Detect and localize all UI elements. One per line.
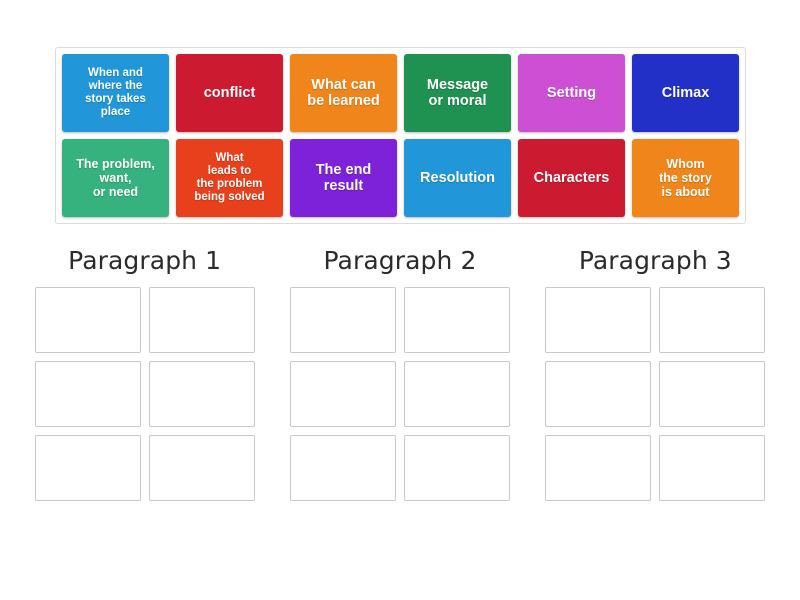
drop-slot[interactable]	[289, 361, 396, 427]
column-paragraph-2: Paragraph 2	[283, 246, 516, 501]
drop-slot[interactable]	[659, 361, 766, 427]
tile-row-1: When and where the story takes place con…	[62, 54, 739, 132]
tile-the-end-result[interactable]: The end result	[290, 139, 397, 217]
drop-slot[interactable]	[148, 435, 255, 501]
drop-slot[interactable]	[34, 361, 141, 427]
tile-whom-the-story-is-about[interactable]: Whom the story is about	[632, 139, 739, 217]
slot-grid-paragraph-1	[34, 287, 255, 501]
tile-resolution[interactable]: Resolution	[404, 139, 511, 217]
slot-grid-paragraph-2	[289, 287, 510, 501]
column-paragraph-1: Paragraph 1	[28, 246, 261, 501]
column-title-paragraph-2: Paragraph 2	[323, 246, 477, 275]
tile-setting-definition[interactable]: When and where the story takes place	[62, 54, 169, 132]
drop-slot[interactable]	[148, 287, 255, 353]
tile-climax[interactable]: Climax	[632, 54, 739, 132]
drop-slot[interactable]	[545, 435, 652, 501]
tile-characters[interactable]: Characters	[518, 139, 625, 217]
tile-message-or-moral[interactable]: Message or moral	[404, 54, 511, 132]
group-sort-activity: When and where the story takes place con…	[0, 0, 800, 600]
tile-the-problem-want-or-need[interactable]: The problem, want, or need	[62, 139, 169, 217]
slot-grid-paragraph-3	[545, 287, 766, 501]
tile-conflict[interactable]: conflict	[176, 54, 283, 132]
drop-slot[interactable]	[403, 287, 510, 353]
tile-setting[interactable]: Setting	[518, 54, 625, 132]
drop-slot[interactable]	[289, 287, 396, 353]
drop-slot[interactable]	[403, 435, 510, 501]
tile-row-2: The problem, want, or need What leads to…	[62, 139, 739, 217]
tile-what-leads-to-the-problem-being-solved[interactable]: What leads to the problem being solved	[176, 139, 283, 217]
drop-slot[interactable]	[545, 287, 652, 353]
column-title-paragraph-3: Paragraph 3	[578, 246, 732, 275]
tile-rows: When and where the story takes place con…	[62, 54, 739, 217]
drop-slot[interactable]	[289, 435, 396, 501]
tile-what-can-be-learned[interactable]: What can be learned	[290, 54, 397, 132]
drop-slot[interactable]	[148, 361, 255, 427]
drop-slot[interactable]	[545, 361, 652, 427]
drop-slot[interactable]	[659, 435, 766, 501]
drop-slot[interactable]	[34, 287, 141, 353]
word-tile-bank: When and where the story takes place con…	[55, 47, 746, 224]
column-title-paragraph-1: Paragraph 1	[68, 246, 222, 275]
drop-slot[interactable]	[659, 287, 766, 353]
column-paragraph-3: Paragraph 3	[539, 246, 772, 501]
drop-slot[interactable]	[403, 361, 510, 427]
answer-columns: Paragraph 1 Paragraph 2 Paragraph 3	[28, 246, 772, 501]
drop-slot[interactable]	[34, 435, 141, 501]
